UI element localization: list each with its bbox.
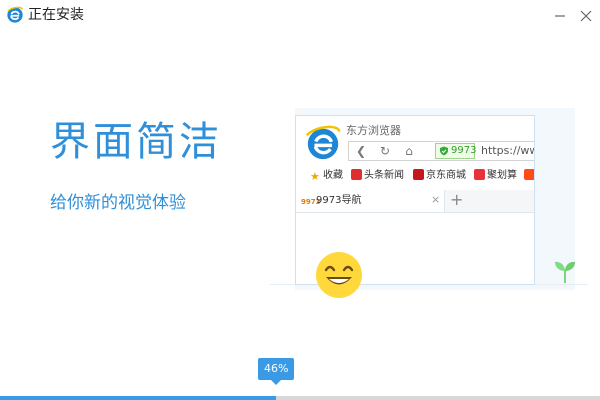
jd-icon [413,169,424,180]
title-bar: 正在安装 [0,0,600,32]
bookmark-bar: ★收藏 头条新闻 京东商城 聚划算 淘 [296,166,534,186]
home-icon: ⌂ [405,144,413,158]
minimize-icon [555,15,565,17]
address-url: https://www [481,144,534,157]
tab-row: 9973 9973导航 × + [296,190,534,213]
progress-percent-badge: 46% [258,358,295,385]
shield-icon [440,146,448,156]
subheadline: 给你新的视觉体验 [50,193,186,213]
progress-fill [0,396,276,400]
window-title: 正在安装 [28,7,84,23]
taobao-icon [524,169,534,180]
refresh-icon: ↻ [379,144,391,158]
smiley-icon [316,252,362,298]
toutiao-icon [351,169,362,180]
juhuasuan-icon [474,169,485,180]
bookmark-item: 头条新闻 [351,169,404,183]
minimize-button[interactable] [550,6,570,26]
bookmark-item: 淘 [524,169,534,183]
bookmark-item: ★ 收藏 [310,170,343,183]
sprout-icon [555,261,575,283]
bookmark-item: 聚划算 [474,169,517,183]
tab-title: 9973导航 [316,195,362,206]
browser-name: 东方浏览器 [346,124,401,137]
tab-9973: 9973 9973导航 × [296,190,445,212]
security-badge: 9973 [435,143,477,159]
bookmark-item: 京东商城 [413,169,466,183]
progress-track [0,396,600,400]
browser-nav-bar: ❮ ↻ ⌂ 9973 https://www [348,141,534,161]
new-tab-icon: + [450,190,464,209]
star-icon: ★ [310,170,320,183]
headline: 界面简洁 [50,119,222,165]
tab-close-icon: × [431,193,441,206]
close-button[interactable] [576,6,596,26]
ie-logo-icon [305,125,341,160]
ie-logo-icon [7,6,23,23]
back-icon: ❮ [355,144,367,158]
security-badge-label: 9973 [451,145,477,156]
close-icon [580,10,592,22]
